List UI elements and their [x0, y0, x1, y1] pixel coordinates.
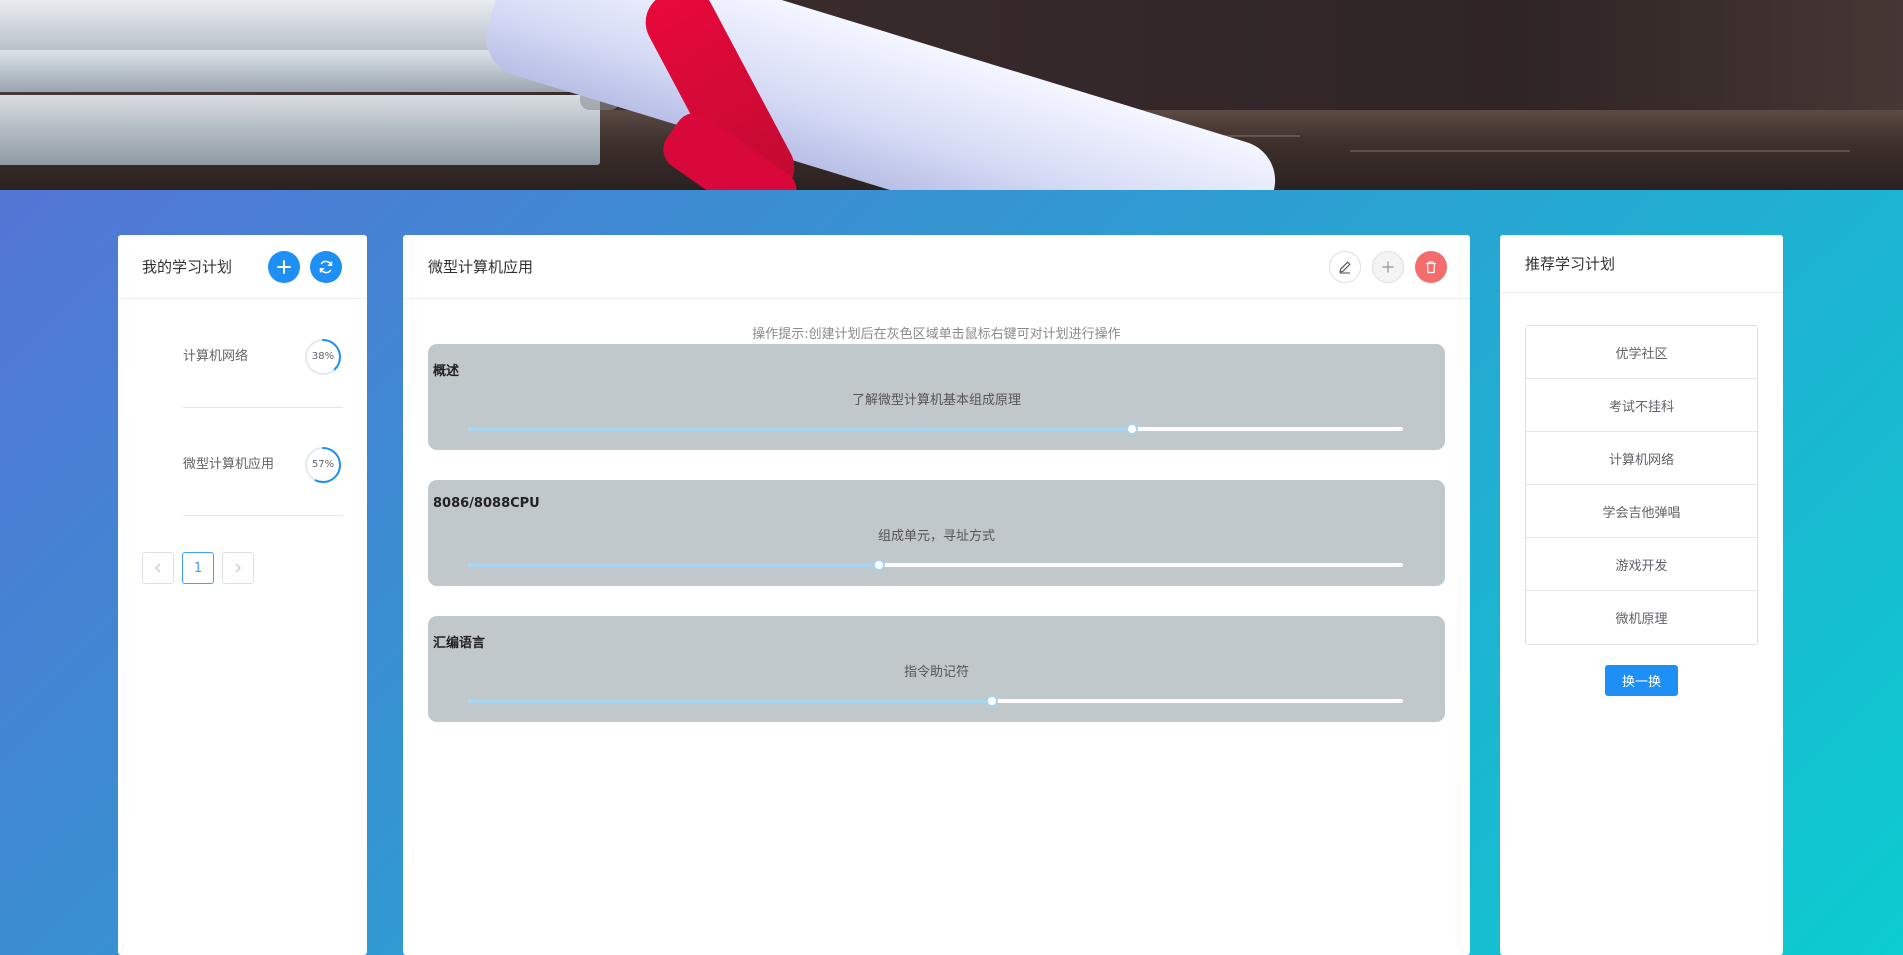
plus-icon: [1382, 261, 1394, 273]
plan-section[interactable]: 概述 了解微型计算机基本组成原理: [428, 344, 1445, 450]
recommend-item[interactable]: 游戏开发: [1526, 538, 1757, 591]
recommend-item[interactable]: 微机原理: [1526, 591, 1757, 644]
edit-plan-button[interactable]: [1329, 251, 1361, 283]
plan-progress-text: 38%: [311, 351, 335, 362]
slider-fill: [468, 699, 992, 703]
edit-pencil-icon: [1339, 261, 1351, 274]
slider-thumb[interactable]: [1125, 423, 1138, 435]
banner-book: [0, 95, 600, 165]
prev-page-button[interactable]: [142, 552, 174, 584]
recommend-item[interactable]: 优学社区: [1526, 326, 1757, 379]
page-number-button[interactable]: 1: [182, 552, 214, 584]
my-plans-list: 计算机网络 38% 微型计算机应用 57%: [183, 300, 343, 516]
trash-icon: [1426, 261, 1436, 274]
section-progress-slider[interactable]: [468, 423, 1403, 435]
my-plans-title: 我的学习计划: [142, 258, 233, 276]
recommend-title: 推荐学习计划: [1525, 255, 1616, 273]
section-title: 汇编语言: [433, 636, 486, 651]
plan-item-name: 微型计算机应用: [183, 457, 275, 472]
plan-detail-card: 微型计算机应用 操作提示:创建计划后在灰色区域单击鼠标右键可对计划进行操作 概述…: [403, 235, 1470, 955]
section-progress-slider[interactable]: [468, 559, 1403, 571]
plan-section[interactable]: 8086/8088CPU 组成单元，寻址方式: [428, 480, 1445, 586]
my-plans-card: 我的学习计划 计算机网络 38% 微型计算机应用 57% 1: [118, 235, 367, 955]
plan-section[interactable]: 汇编语言 指令助记符: [428, 616, 1445, 722]
plan-item-computer-network[interactable]: 计算机网络 38%: [183, 300, 343, 408]
swap-recommendations-button[interactable]: 换一换: [1605, 665, 1678, 696]
my-plans-header: 我的学习计划: [118, 235, 367, 299]
plan-item-microcomputer[interactable]: 微型计算机应用 57%: [183, 408, 343, 516]
refresh-icon: [319, 260, 333, 274]
slider-thumb[interactable]: [985, 695, 998, 707]
pagination: 1: [142, 552, 254, 584]
chevron-right-icon: [235, 563, 241, 573]
plan-progress-ring: 57%: [303, 445, 343, 485]
recommend-item[interactable]: 考试不挂科: [1526, 379, 1757, 432]
delete-plan-button[interactable]: [1415, 251, 1447, 283]
plan-detail-title: 微型计算机应用: [428, 258, 534, 276]
recommend-header: 推荐学习计划: [1500, 235, 1783, 293]
add-section-button[interactable]: [1372, 251, 1404, 283]
plan-progress-text: 57%: [311, 459, 335, 470]
slider-fill: [468, 427, 1132, 431]
section-description: 组成单元，寻址方式: [877, 529, 995, 544]
recommend-item[interactable]: 计算机网络: [1526, 432, 1757, 485]
chevron-left-icon: [155, 563, 161, 573]
header-banner-image: [0, 0, 1903, 190]
plan-item-name: 计算机网络: [183, 349, 249, 364]
banner-wood-grain: [1350, 150, 1850, 152]
add-plan-button[interactable]: [268, 251, 300, 283]
section-description: 了解微型计算机基本组成原理: [851, 393, 1021, 408]
recommend-card: 推荐学习计划 优学社区 考试不挂科 计算机网络 学会吉他弹唱 游戏开发 微机原理…: [1500, 235, 1783, 955]
plan-detail-header: 微型计算机应用: [403, 235, 1470, 299]
operation-tip: 操作提示:创建计划后在灰色区域单击鼠标右键可对计划进行操作: [752, 327, 1121, 342]
plan-progress-ring: 38%: [303, 337, 343, 377]
recommend-list: 优学社区 考试不挂科 计算机网络 学会吉他弹唱 游戏开发 微机原理: [1525, 325, 1758, 645]
next-page-button[interactable]: [222, 552, 254, 584]
refresh-plans-button[interactable]: [310, 251, 342, 283]
slider-fill: [468, 563, 880, 567]
slider-thumb[interactable]: [873, 559, 886, 571]
section-progress-slider[interactable]: [468, 695, 1403, 707]
plus-icon: [277, 260, 291, 274]
recommend-item[interactable]: 学会吉他弹唱: [1526, 485, 1757, 538]
section-title: 8086/8088CPU: [433, 496, 540, 511]
section-title: 概述: [433, 364, 460, 379]
section-description: 指令助记符: [903, 665, 969, 680]
